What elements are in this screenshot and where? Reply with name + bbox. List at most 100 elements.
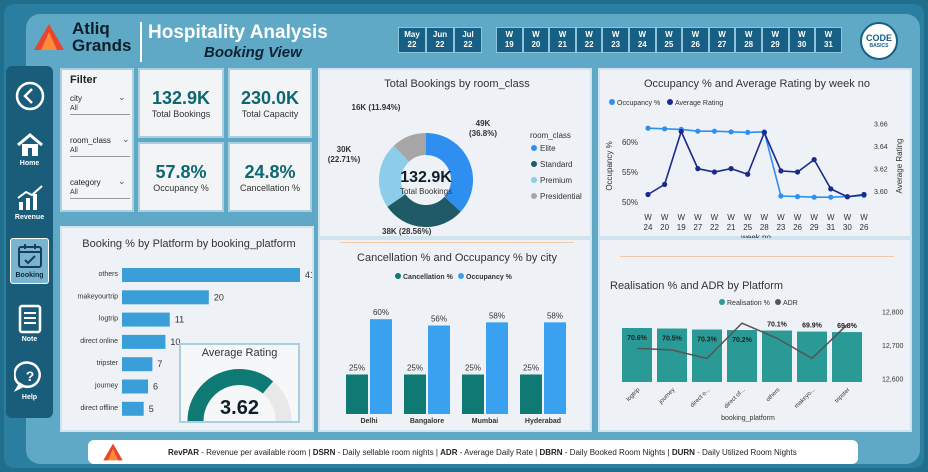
x-tick-label: 28: [760, 223, 769, 232]
slice-label: 38K (28.56%): [382, 227, 432, 236]
page-title: Hospitality Analysis: [148, 22, 328, 43]
date-chip[interactable]: W 31: [815, 27, 842, 53]
date-chip[interactable]: W 27: [708, 27, 736, 53]
data-point: [745, 171, 751, 177]
date-chip[interactable]: May 22: [398, 27, 426, 53]
data-point: [695, 166, 701, 172]
x-tick-label: 26: [793, 223, 802, 232]
x-tick-label: W: [860, 213, 868, 222]
data-point: [728, 129, 734, 135]
category-filter[interactable]: category ⌄ All: [70, 176, 130, 199]
bar: [520, 374, 542, 414]
date-chip[interactable]: Jun 22: [426, 27, 454, 53]
tick-label: Bangalore: [410, 418, 444, 425]
side-nav: Home Revenue Booking Note ? Help: [6, 66, 53, 418]
legend-marker: [531, 161, 537, 167]
data-label: 56%: [431, 315, 447, 324]
glossary-def: - Revenue per available room |: [198, 447, 313, 457]
kpi-value: 57.8%: [155, 162, 207, 182]
date-chip[interactable]: W 23: [602, 27, 629, 53]
glossary-def: - Daily Booked Room Nights |: [562, 447, 672, 457]
date-chip[interactable]: W 21: [549, 27, 576, 53]
x-tick-label: 20: [660, 223, 669, 232]
data-label: 58%: [489, 311, 505, 320]
x-tick-label: 21: [727, 223, 736, 232]
help-icon: ?: [12, 361, 41, 393]
date-chip[interactable]: Jul 22: [454, 27, 482, 53]
y2-tick-label: 3.64: [874, 144, 888, 151]
glossary-term: DSRN: [312, 447, 336, 457]
nav-booking[interactable]: Booking: [10, 238, 49, 284]
date-chip[interactable]: W 26: [682, 27, 709, 53]
x-tick-label: logtrip: [626, 387, 642, 403]
y2-tick-label: 12,800: [882, 309, 904, 316]
chevron-down-icon: ⌄: [118, 92, 126, 102]
room-class-filter-value: All: [70, 145, 130, 157]
data-label: 69.9%: [802, 323, 823, 330]
data-label: 5: [149, 404, 154, 414]
brand-logo: Atliq Grands: [32, 20, 132, 54]
x-tick-label: W: [694, 213, 702, 222]
data-label: 6: [153, 382, 158, 392]
y2-tick-label: 3.60: [874, 189, 888, 196]
x-tick-label: direct of...: [724, 387, 747, 410]
x-tick-label: 26: [860, 223, 869, 232]
date-chip[interactable]: W 30: [788, 27, 816, 53]
slice-label: 16K (11.94%): [352, 103, 401, 112]
data-label: 60%: [373, 308, 389, 317]
x-tick-label: 30: [843, 223, 852, 232]
week-line-chart: Occupancy % Average Rating 50% 55% 60% 3.60 3.…: [605, 99, 904, 238]
date-chip[interactable]: W 25: [655, 27, 683, 53]
x-tick-label: journey: [658, 387, 677, 406]
bar: [797, 331, 827, 382]
date-chip[interactable]: W 28: [735, 27, 762, 53]
data-point: [828, 194, 834, 200]
nav-revenue[interactable]: Revenue: [10, 184, 49, 221]
kpi-cancellation: 24.8% Cancellation %: [228, 142, 312, 212]
codebasics-line2: BASICS: [869, 43, 889, 49]
nav-note[interactable]: Note: [10, 302, 49, 343]
chevron-down-icon: ⌄: [122, 134, 130, 144]
x-tick-label: W: [777, 213, 785, 222]
room-class-panel: Total Bookings by room_class 132.9K Total…: [318, 68, 592, 238]
bar: [122, 401, 144, 416]
bar: [486, 322, 508, 414]
date-chip[interactable]: W 24: [628, 27, 656, 53]
kpi-label: Occupancy %: [153, 183, 209, 193]
data-label: 20: [214, 292, 224, 302]
data-label: 11: [175, 315, 184, 325]
nav-home[interactable]: Home: [10, 132, 49, 167]
y-tick-label: 50%: [622, 198, 638, 207]
data-label: 25%: [523, 364, 539, 373]
x-tick-label: tripster: [834, 387, 851, 404]
brand-name-line2: Grands: [72, 36, 132, 55]
nav-help[interactable]: ? Help: [10, 360, 49, 401]
city-filter[interactable]: city ⌄ All: [70, 92, 130, 115]
chevron-down-icon: ⌄: [118, 176, 126, 186]
date-chip[interactable]: W 20: [522, 27, 550, 53]
tick-label: Mumbai: [472, 418, 499, 425]
y-tick-label: 55%: [622, 168, 638, 177]
data-label: 7: [157, 359, 162, 369]
x-tick-label: 27: [693, 223, 702, 232]
room-class-filter[interactable]: room_class ⌄ All: [70, 134, 130, 157]
date-chip[interactable]: W 29: [761, 27, 789, 53]
legend-marker: [458, 273, 464, 279]
donut-center-label: Total Bookings: [400, 187, 452, 196]
x-tick-label: 22: [710, 223, 719, 232]
data-label: 58%: [547, 311, 563, 320]
x-tick-label: W: [677, 213, 685, 222]
bar: [404, 374, 426, 414]
bar: [462, 374, 484, 414]
legend-label: Occupancy %: [617, 100, 660, 107]
legend-marker: [531, 177, 537, 183]
date-chip[interactable]: W 22: [575, 27, 603, 53]
booking-calendar-icon: [17, 244, 42, 268]
data-point: [761, 130, 767, 136]
back-button[interactable]: [10, 80, 49, 114]
bar: [122, 290, 209, 305]
tick-label: Delhi: [360, 418, 377, 425]
date-chip[interactable]: W 19: [496, 27, 523, 53]
tick-label: logtrip: [99, 316, 118, 323]
nav-home-label: Home: [19, 160, 40, 167]
